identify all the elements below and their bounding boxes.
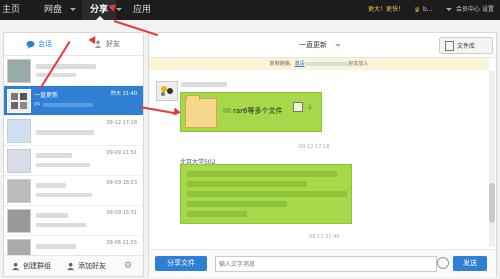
file-library-button[interactable]: 文件库 xyxy=(439,37,493,54)
conversation-item[interactable]: 09-09 18:53 xyxy=(4,176,143,206)
blurred-text xyxy=(187,171,337,177)
tab-friends[interactable]: 好友 xyxy=(106,33,120,55)
blurred-sender xyxy=(181,82,227,87)
file-library-label: 文件库 xyxy=(457,43,476,50)
blurred-preview xyxy=(36,73,76,77)
username[interactable]: b... xyxy=(423,0,433,20)
sidebar-tabs: 会话 好友 xyxy=(4,33,143,56)
blurred-preview xyxy=(43,103,93,107)
conversation-date: 昨天 21:40 xyxy=(111,91,137,97)
invite-link[interactable]: 邀请 xyxy=(294,61,304,67)
nav-apps[interactable]: 应用 xyxy=(133,0,151,20)
conversation-date: 09-09 18:53 xyxy=(106,180,137,186)
create-group-button[interactable]: 创建群组 xyxy=(23,256,51,276)
avatar xyxy=(7,149,31,173)
message-composer: 分享文件 发送 xyxy=(149,249,496,277)
blurred-preview xyxy=(36,163,90,167)
conversation-item[interactable]: 09-12 17:18 xyxy=(4,116,143,146)
file-message-bubble[interactable]: rar6等多个文件 ⤓ xyxy=(180,92,322,132)
conversation-preview: yu xyxy=(34,101,41,107)
conversation-date: 09-12 17:18 xyxy=(106,120,137,126)
blurred-preview xyxy=(36,223,86,227)
notice-text-pre: 复制链接， xyxy=(269,61,295,67)
conversation-item[interactable]: 09-09 15:31 xyxy=(4,206,143,236)
invite-notice: 复制链接，邀请 好友加入 xyxy=(149,58,489,70)
member-center-link[interactable]: 会员中心 xyxy=(456,0,480,20)
chat-bubble-icon[interactable] xyxy=(26,33,35,55)
conversation-item[interactable] xyxy=(4,56,143,86)
conversation-date: 09-09 15:31 xyxy=(106,210,137,216)
blurred-name xyxy=(36,183,66,188)
chat-title[interactable]: 一直更新 xyxy=(299,40,327,50)
add-friend-button[interactable]: 添加好友 xyxy=(78,256,106,276)
avatar xyxy=(7,209,31,233)
blurred-preview xyxy=(36,130,94,135)
tab-conversations[interactable]: 会话 xyxy=(38,33,52,55)
download-icon[interactable]: ⤓ xyxy=(306,102,314,110)
conversation-name: 一直更新 xyxy=(34,92,59,99)
timestamp: 09-12 21:40 xyxy=(309,234,340,240)
blurred-text xyxy=(187,181,307,187)
sidebar-footer: 创建群组 添加好友 ⚙ xyxy=(4,255,143,276)
blurred-filename xyxy=(223,108,231,113)
notice-text-post: 好友加入 xyxy=(348,61,369,67)
blurred-text xyxy=(187,201,287,207)
conversation-item-selected[interactable]: 一直更新 昨天 21:40 yu xyxy=(4,86,143,116)
text-message-bubble[interactable] xyxy=(180,164,352,224)
add-friend-icon[interactable] xyxy=(67,256,76,276)
settings-link[interactable]: 设置 xyxy=(482,0,494,20)
blurred-name xyxy=(36,244,76,249)
chevron-down-icon[interactable] xyxy=(446,8,452,11)
avatar xyxy=(7,119,31,143)
chat-header: 一直更新 文件库 xyxy=(149,33,496,58)
emoji-icon[interactable] xyxy=(437,257,449,269)
blurred-name xyxy=(36,153,72,158)
blurred-link xyxy=(304,61,349,66)
gear-icon[interactable]: ⚙ xyxy=(124,256,132,276)
avatar xyxy=(7,179,31,203)
conversation-date: 09-09 21:51 xyxy=(106,150,137,156)
blurred-name xyxy=(36,213,68,218)
timestamp: 09-12 17:18 xyxy=(299,144,330,150)
chevron-down-icon[interactable] xyxy=(335,44,341,47)
blurred-text xyxy=(187,211,247,217)
folder-icon xyxy=(185,95,217,128)
blurred-name xyxy=(36,64,96,69)
file-message-text: rar6等多个文件 xyxy=(233,107,283,115)
chat-panel: 一直更新 文件库 复制链接，邀请 好友加入 rar6等多个文件 ⤓ 09-12 1… xyxy=(148,32,497,277)
chevron-down-icon[interactable] xyxy=(70,8,76,11)
conversation-date: 09-06 21:55 xyxy=(106,240,137,246)
nav-home[interactable]: 主页 xyxy=(2,0,20,20)
share-file-button[interactable]: 分享文件 xyxy=(155,256,207,271)
send-button[interactable]: 发送 xyxy=(453,256,487,271)
avatar xyxy=(7,59,31,83)
active-tab-indicator xyxy=(96,16,104,20)
promo-link[interactable]: 更大！更快！ xyxy=(368,0,404,20)
crown-icon: ♛ xyxy=(414,6,421,14)
message-input[interactable] xyxy=(215,256,437,272)
avatar xyxy=(156,81,178,101)
top-nav-bar: 主页 网盘 分享 应用 更大！更快！ ♛ b... 会员中心 设置 xyxy=(0,0,500,20)
conversation-sidebar: 会话 好友 一直更新 昨天 21:40 yu 09-12 17:18 09-09… xyxy=(3,32,144,277)
create-group-icon[interactable] xyxy=(12,256,21,276)
scrollbar-thumb[interactable] xyxy=(489,183,495,223)
blurred-preview xyxy=(36,193,92,197)
conversation-item[interactable]: 09-09 21:51 xyxy=(4,146,143,176)
avatar xyxy=(7,89,31,113)
nav-netdisk[interactable]: 网盘 xyxy=(44,0,62,20)
chevron-down-icon[interactable] xyxy=(116,8,122,11)
folder-icon xyxy=(445,41,454,51)
save-icon[interactable] xyxy=(293,102,303,112)
annotation-arrowhead xyxy=(173,107,182,117)
blurred-text xyxy=(187,191,347,197)
